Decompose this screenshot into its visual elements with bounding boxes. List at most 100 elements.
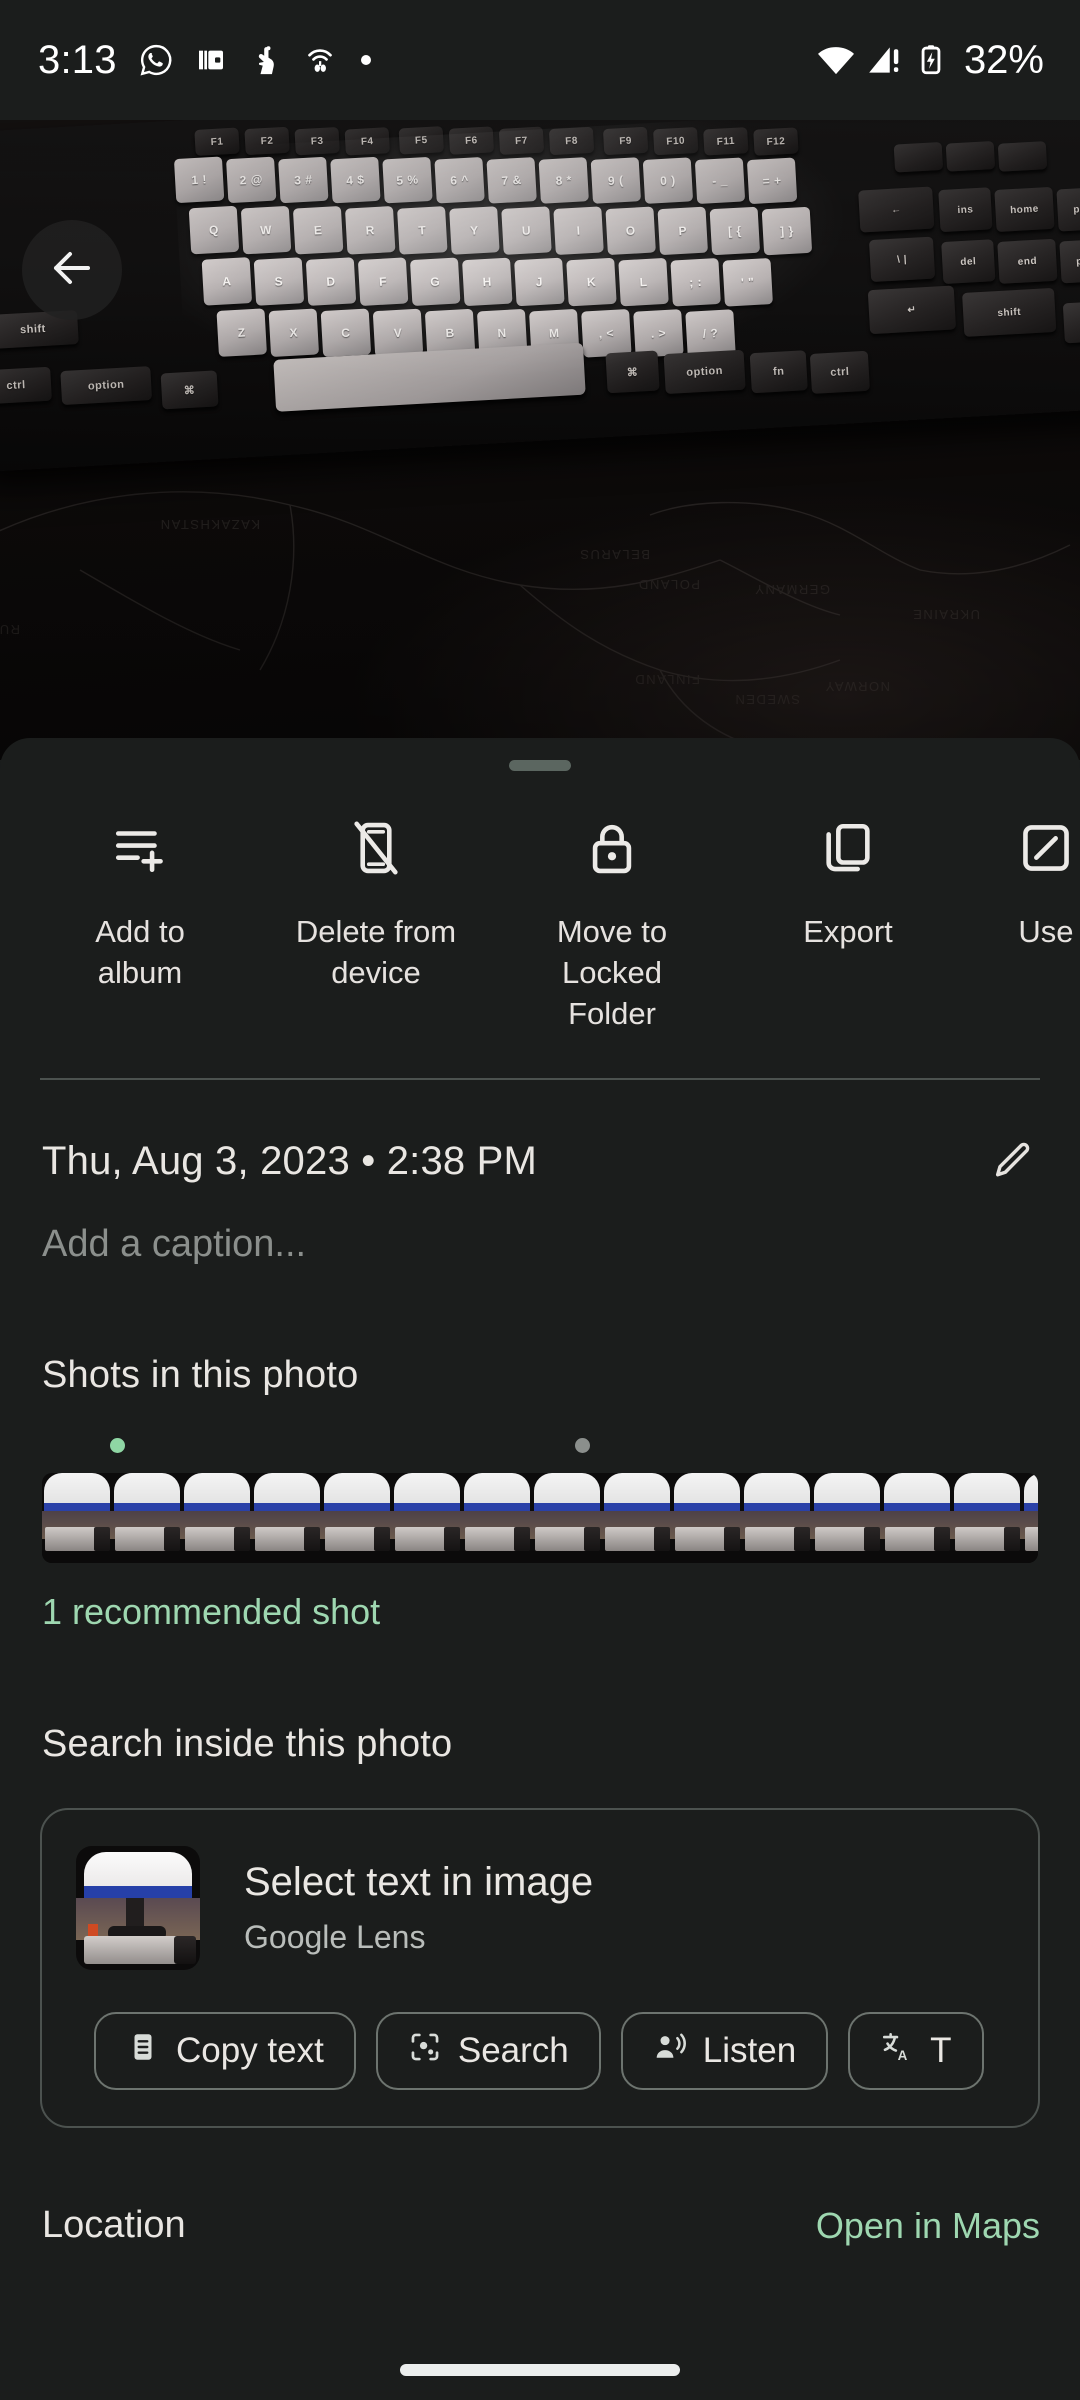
whatsapp-icon	[139, 43, 173, 77]
action-label: Move to Locked Folder	[556, 914, 668, 1031]
photo-date: Thu, Aug 3, 2023 • 2:38 PM	[42, 1139, 538, 1183]
pencil-icon	[990, 1136, 1036, 1187]
chip-label: Search	[457, 2031, 569, 2070]
svg-text:GERMANY: GERMANY	[754, 582, 830, 597]
shots-dot-row	[0, 1433, 1080, 1463]
sheet-drag-handle[interactable]	[509, 760, 571, 771]
hotspot-icon	[303, 43, 337, 77]
dot-icon	[359, 53, 373, 67]
caption-input[interactable]: Add a caption...	[0, 1187, 1080, 1266]
svg-text:A: A	[898, 2047, 908, 2062]
filmstrip-frame[interactable]	[462, 1473, 532, 1563]
status-bar-right: 32%	[816, 38, 1044, 83]
wallet-icon	[195, 44, 227, 76]
location-title: Location	[42, 2204, 186, 2246]
filmstrip-frame[interactable]	[742, 1473, 812, 1563]
action-row: Add to album Delete from device Move to …	[0, 771, 1080, 1034]
date-row: Thu, Aug 3, 2023 • 2:38 PM	[0, 1080, 1080, 1187]
filmstrip-frame[interactable]	[252, 1473, 322, 1563]
svg-text:BELARUS: BELARUS	[579, 547, 650, 562]
status-clock: 3:13	[38, 37, 117, 82]
svg-text:SWEDEN: SWEDEN	[734, 692, 800, 707]
filmstrip-frame[interactable]	[812, 1473, 882, 1563]
chip-label: Listen	[702, 2031, 797, 2070]
cellular-signal-warning-icon	[866, 41, 904, 79]
filmstrip-frame[interactable]	[672, 1473, 742, 1563]
shot-dot-idle[interactable]	[575, 1438, 590, 1453]
svg-text:NORWAY: NORWAY	[824, 679, 890, 694]
lock-icon	[583, 811, 641, 885]
shots-section: Shots in this photo 1 recommended shot	[0, 1354, 1080, 1633]
keyboard-keycaps: F1 F2 F3 F4 F5 F6 F7 F8 F9 F10 F11 F12 1…	[132, 120, 908, 429]
chip-label: Copy text	[176, 2031, 324, 2070]
arrow-left-icon	[48, 244, 96, 297]
photo-viewer[interactable]: KAZAKHSTAN RUSSIA POLAND BELARUS GERMANY…	[0, 120, 1080, 760]
edit-date-button[interactable]	[990, 1136, 1036, 1187]
back-button[interactable]	[22, 220, 122, 320]
recommended-shot-link[interactable]: 1 recommended shot	[42, 1591, 1080, 1633]
lens-card-main: Select text in image Google Lens	[42, 1846, 1038, 1970]
photo-image: KAZAKHSTAN RUSSIA POLAND BELARUS GERMANY…	[0, 120, 1080, 760]
google-lens-card[interactable]: Select text in image Google Lens Copy te…	[40, 1808, 1040, 2128]
lens-section-title: Search inside this photo	[42, 1723, 453, 1765]
lens-search-icon	[408, 2030, 442, 2073]
filmstrip-frame[interactable]	[322, 1473, 392, 1563]
lens-thumbnail	[76, 1846, 200, 1970]
playlist-add-icon	[111, 811, 169, 885]
battery-percent: 32%	[963, 37, 1044, 82]
photo-detail-screen: 3:13 32% KAZAKHSTAN R POLAND BELARUS GER…	[0, 0, 1080, 2400]
status-bar: 3:13 32%	[0, 0, 1080, 120]
lens-card-title: Select text in image	[244, 1860, 594, 1904]
action-label: Export	[803, 914, 893, 949]
action-use-as[interactable]: Use	[966, 811, 1080, 952]
filmstrip-frame[interactable]	[952, 1473, 1022, 1563]
filmstrip-frame[interactable]	[882, 1473, 952, 1563]
chip-copy-text[interactable]: Copy text	[94, 2012, 356, 2090]
shots-section-title: Shots in this photo	[42, 1354, 359, 1396]
filmstrip-frame[interactable]	[112, 1473, 182, 1563]
action-export[interactable]: Export	[730, 811, 966, 952]
svg-text:POLAND: POLAND	[638, 577, 700, 592]
filmstrip-frame[interactable]	[602, 1473, 672, 1563]
lens-card-subtitle: Google Lens	[244, 1919, 426, 1955]
copy-text-icon	[126, 2030, 160, 2073]
status-bar-left: 3:13	[38, 38, 373, 83]
action-label: Delete from device	[295, 914, 457, 990]
copy-device-icon	[819, 811, 877, 885]
wifi-icon	[816, 40, 856, 80]
filmstrip-frame[interactable]	[42, 1473, 112, 1563]
chip-translate[interactable]: A T	[848, 2012, 984, 2090]
action-move-to-locked-folder[interactable]: Move to Locked Folder	[494, 811, 730, 1034]
use-as-icon	[1017, 811, 1075, 885]
listen-icon	[653, 2030, 687, 2073]
filmstrip-frame[interactable]	[392, 1473, 462, 1563]
action-delete-from-device[interactable]: Delete from device	[258, 811, 494, 993]
svg-text:UKRAINE: UKRAINE	[912, 607, 980, 622]
phone-delete-icon	[347, 811, 405, 885]
info-bottom-sheet: Add to album Delete from device Move to …	[0, 738, 1080, 2400]
lens-action-chips: Copy text Search Listen A T	[42, 1970, 1038, 2090]
action-label: Use	[1018, 914, 1074, 949]
action-label: Add to album	[95, 914, 185, 990]
chip-search[interactable]: Search	[375, 2012, 601, 2090]
translate-icon: A	[880, 2030, 914, 2073]
chip-listen[interactable]: Listen	[620, 2012, 829, 2090]
shot-dot-active[interactable]	[110, 1438, 125, 1453]
filmstrip-frame[interactable]	[182, 1473, 252, 1563]
filmstrip-frame[interactable]	[532, 1473, 602, 1563]
lens-card-text: Select text in image Google Lens	[244, 1860, 593, 1956]
touch-gesture-icon	[249, 44, 281, 76]
svg-text:RUSSIA: RUSSIA	[0, 622, 20, 637]
svg-text:FINLAND: FINLAND	[634, 672, 700, 687]
action-add-to-album[interactable]: Add to album	[22, 811, 258, 993]
shots-filmstrip[interactable]	[42, 1473, 1038, 1563]
location-row: Location Open in Maps	[0, 2128, 1080, 2247]
lens-section: Search inside this photo Select text in …	[0, 1723, 1080, 2128]
keyboard-nav-cluster: ← ins home pgup \ | del end pgdn ↵ shift…	[858, 120, 1080, 406]
open-in-maps-link[interactable]: Open in Maps	[816, 2205, 1040, 2247]
svg-text:KAZAKHSTAN: KAZAKHSTAN	[159, 517, 260, 532]
filmstrip-frame[interactable]	[1022, 1473, 1038, 1563]
home-indicator[interactable]	[400, 2364, 680, 2376]
battery-charging-icon	[914, 43, 948, 77]
chip-label: T	[930, 2031, 952, 2070]
